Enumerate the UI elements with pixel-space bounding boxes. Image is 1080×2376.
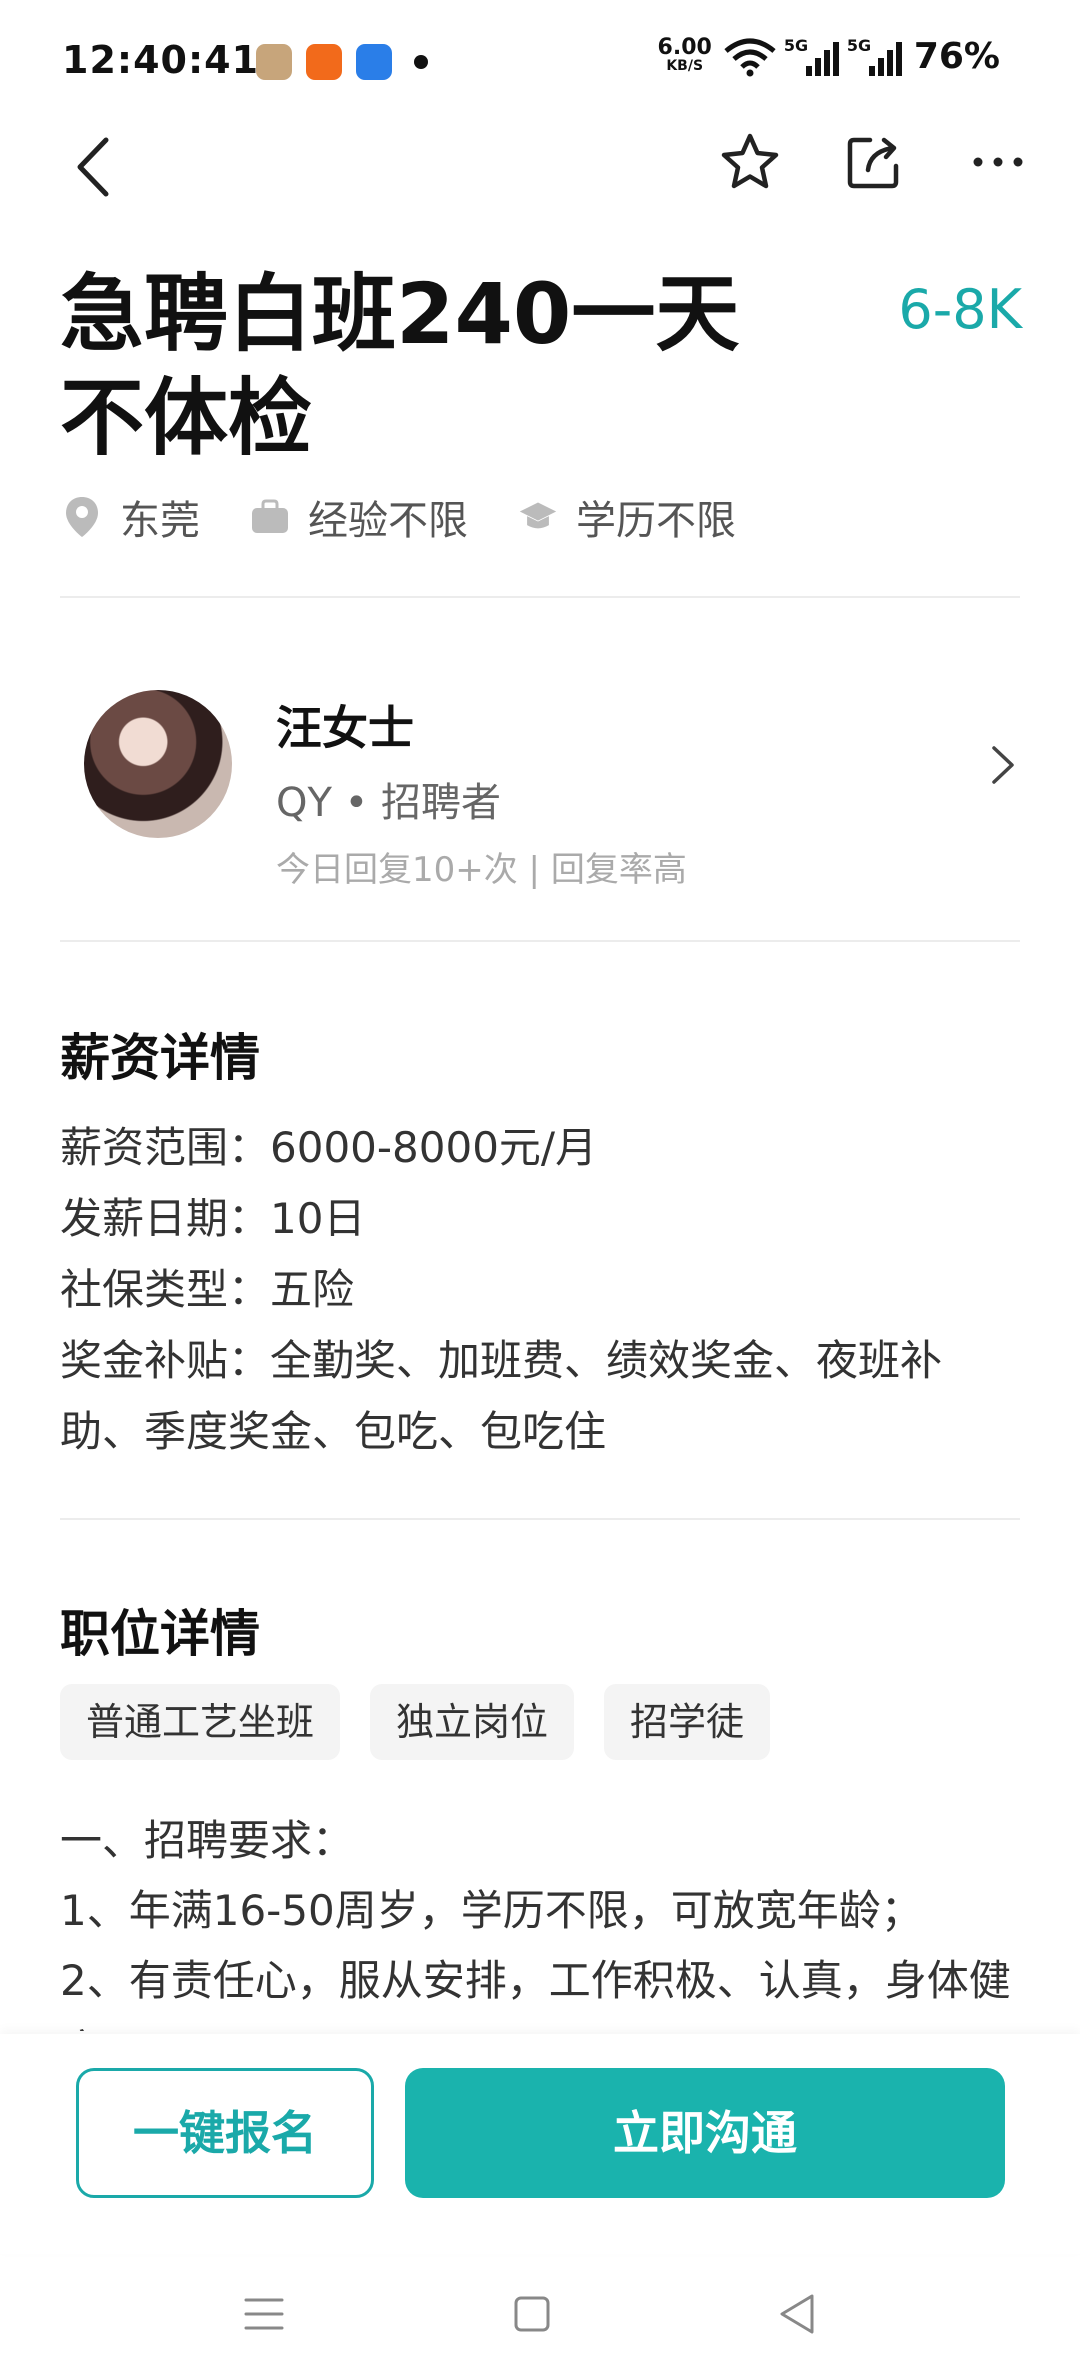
bonus-line: 奖金补贴：全勤奖、加班费、绩效奖金、夜班补助、季度奖金、包吃、包吃住 bbox=[60, 1336, 943, 1456]
recruiter-name: 汪女士 bbox=[276, 701, 414, 755]
signal-2-icon: 5G bbox=[847, 36, 902, 76]
recruiter-card[interactable]: 汪女士 QY • 招聘者 今日回复10+次 | 回复率高 bbox=[60, 660, 1020, 910]
action-bar: 一键报名 立即沟通 bbox=[0, 2034, 1080, 2254]
salary-range: 6-8K bbox=[898, 278, 1022, 341]
pay-date-line: 发薪日期：10日 bbox=[60, 1194, 366, 1243]
system-back-button[interactable] bbox=[768, 2284, 828, 2344]
game-app-icon bbox=[256, 44, 292, 80]
recruiter-reply-info: 今日回复10+次 | 回复率高 bbox=[276, 850, 687, 890]
notification-icons bbox=[256, 44, 428, 80]
graduation-cap-icon bbox=[518, 495, 558, 539]
more-dots-icon bbox=[973, 157, 1023, 167]
battery-level: 76% bbox=[913, 36, 1000, 77]
salary-section-title: 薪资详情 bbox=[60, 1029, 260, 1087]
back-triangle-icon bbox=[780, 2294, 814, 2334]
chevron-left-icon bbox=[77, 137, 109, 197]
position-description: 一、招聘要求： 1、年满16-50周岁，学历不限，可放宽年龄； 2、有责任心，服… bbox=[60, 1806, 1020, 2031]
favorite-button[interactable] bbox=[718, 130, 782, 194]
divider bbox=[60, 940, 1020, 942]
position-tag: 招学徒 bbox=[604, 1684, 771, 1760]
job-meta: 东莞 经验不限 学历不限 bbox=[62, 488, 736, 546]
experience-meta: 经验不限 bbox=[250, 488, 468, 546]
description-line: 1、年满16-50周岁，学历不限，可放宽年龄； bbox=[60, 1886, 923, 1935]
job-title: 急聘白班240一天不体检 bbox=[60, 265, 740, 467]
position-tag: 普通工艺坐班 bbox=[60, 1684, 341, 1760]
baidu-app-icon bbox=[356, 44, 392, 80]
insurance-line: 社保类型：五险 bbox=[60, 1265, 355, 1314]
more-notifications-dot bbox=[414, 55, 428, 69]
salary-details: 薪资范围：6000-8000元/月 发薪日期：10日 社保类型：五险 奖金补贴：… bbox=[60, 1112, 1020, 1467]
network-speed-value: 6.00 bbox=[657, 34, 712, 60]
chevron-right-icon bbox=[992, 746, 1014, 784]
wifi-icon bbox=[724, 38, 776, 76]
chat-now-button[interactable]: 立即沟通 bbox=[405, 2068, 1005, 2198]
share-button[interactable] bbox=[842, 130, 906, 194]
salary-range-line: 薪资范围：6000-8000元/月 bbox=[60, 1123, 598, 1172]
status-bar: 12:40:41 6.00 KB/S 5G 5G 76% bbox=[0, 0, 1080, 130]
menu-button[interactable] bbox=[234, 2284, 294, 2344]
signal-1-icon: 5G bbox=[784, 36, 839, 76]
top-actions bbox=[718, 130, 1030, 194]
divider bbox=[60, 1518, 1020, 1520]
location-meta: 东莞 bbox=[62, 488, 200, 546]
home-square-icon bbox=[514, 2296, 550, 2332]
education-meta: 学历不限 bbox=[518, 488, 736, 546]
back-button[interactable] bbox=[68, 132, 118, 202]
divider bbox=[60, 596, 1020, 598]
share-icon bbox=[847, 137, 899, 189]
avatar bbox=[84, 690, 232, 838]
status-indicators: 6.00 KB/S 5G 5G 76% bbox=[658, 36, 1000, 78]
home-button[interactable] bbox=[502, 2284, 562, 2344]
system-navigation-bar bbox=[0, 2254, 1080, 2376]
description-line: 2、有责任心，服从安排，工作积极、认真，身体健康 bbox=[60, 1956, 1011, 2031]
description-line: 一、招聘要求： bbox=[60, 1816, 355, 1865]
education-text: 学历不限 bbox=[576, 498, 736, 544]
quick-apply-button[interactable]: 一键报名 bbox=[76, 2068, 374, 2198]
position-tag: 独立岗位 bbox=[370, 1684, 575, 1760]
signal-1-label: 5G bbox=[783, 35, 809, 55]
recruiter-role: QY • 招聘者 bbox=[276, 780, 501, 826]
location-pin-icon bbox=[62, 495, 102, 539]
location-text: 东莞 bbox=[120, 498, 200, 544]
briefcase-icon bbox=[250, 495, 290, 539]
network-speed: 6.00 KB/S bbox=[658, 36, 712, 75]
star-icon bbox=[721, 133, 779, 189]
signal-2-label: 5G bbox=[846, 35, 872, 55]
status-time: 12:40:41 bbox=[62, 38, 260, 82]
more-button[interactable] bbox=[966, 130, 1030, 194]
taobao-app-icon bbox=[306, 44, 342, 80]
position-section-title: 职位详情 bbox=[60, 1605, 260, 1663]
position-tags: 普通工艺坐班 独立岗位 招学徒 bbox=[60, 1684, 771, 1760]
experience-text: 经验不限 bbox=[308, 498, 468, 544]
menu-icon bbox=[244, 2298, 284, 2330]
